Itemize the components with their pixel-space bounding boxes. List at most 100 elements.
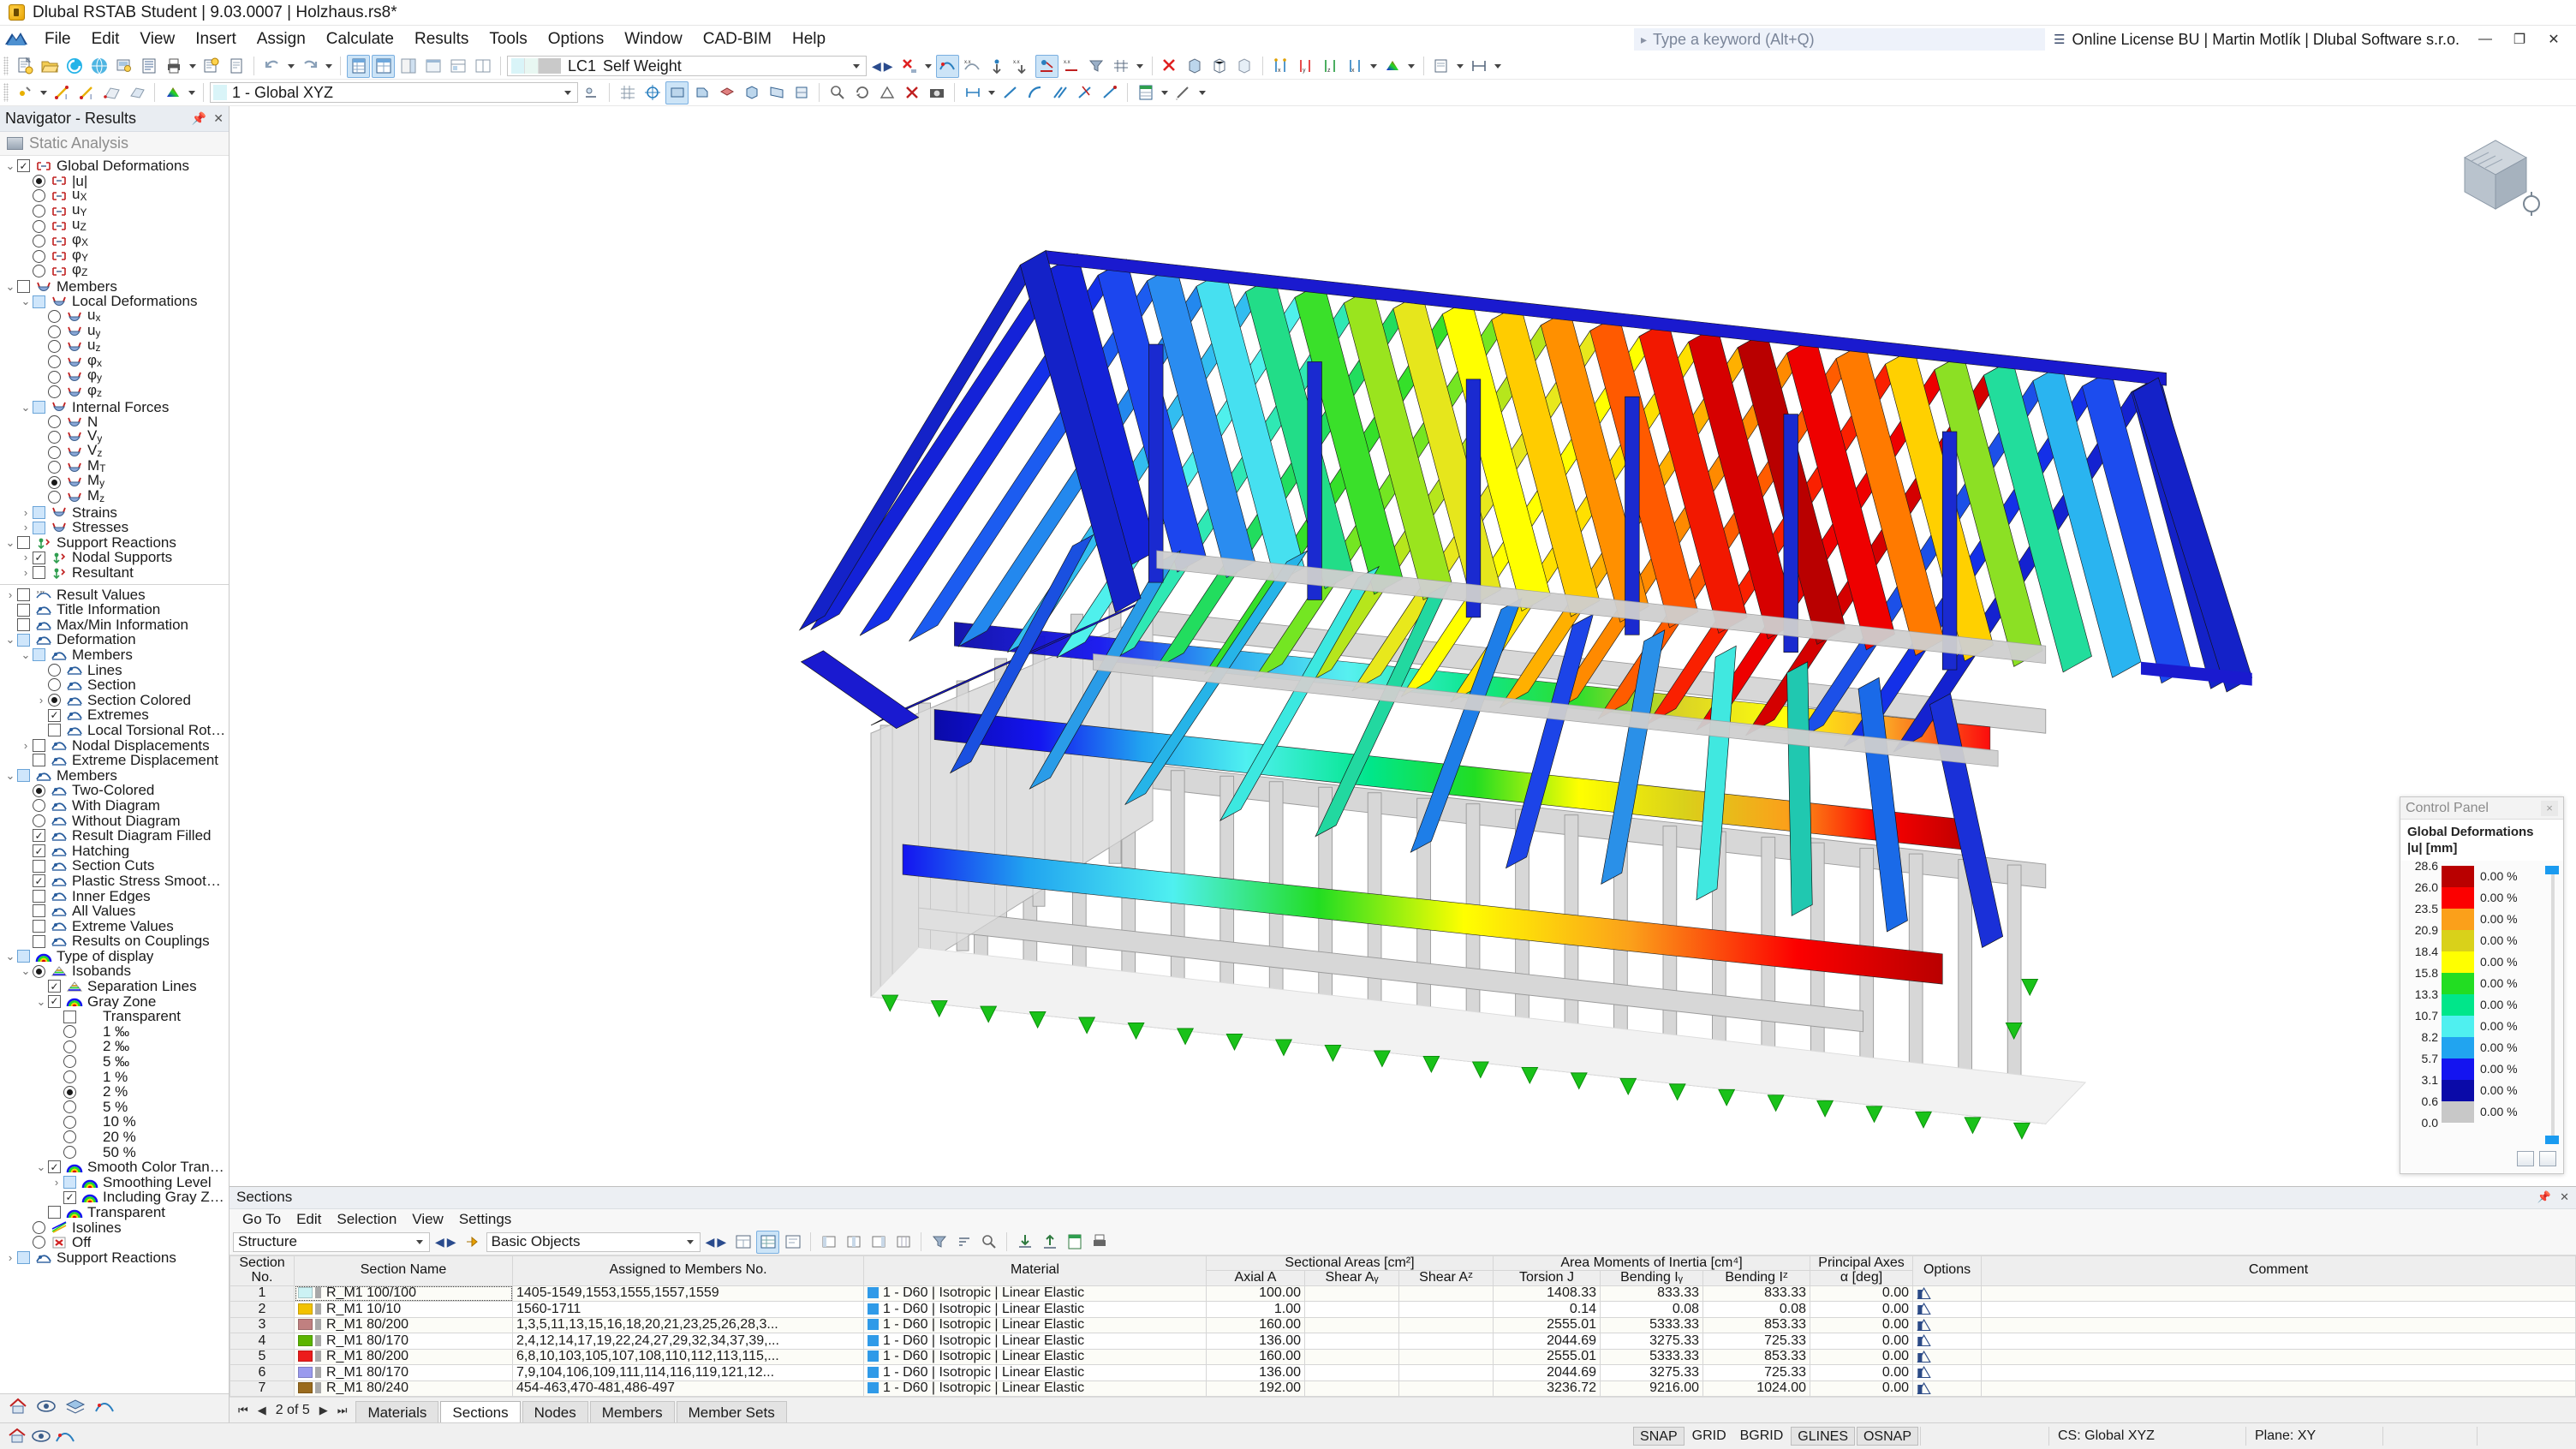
rotate-view-icon[interactable] (850, 81, 874, 104)
cell-alpha[interactable]: 0.00 (1810, 1364, 1914, 1381)
table-grid-icon[interactable] (756, 1230, 780, 1254)
tree-item-lines[interactable]: Lines (0, 663, 229, 678)
legend-settings-icon[interactable] (2517, 1150, 2534, 1166)
tree-expander[interactable]: › (34, 693, 48, 708)
objects-combo[interactable]: Basic Objects (486, 1231, 701, 1252)
menu-item-assign[interactable]: Assign (247, 26, 316, 53)
tree-item-5[interactable]: 5 % (0, 1100, 229, 1115)
tree-checkbox[interactable] (33, 754, 45, 767)
load-case-prev-icon[interactable]: ◀ (872, 59, 881, 74)
tree-radio[interactable] (33, 265, 45, 278)
cell-bending-z[interactable]: 725.33 (1702, 1333, 1811, 1350)
tree-item-v[interactable]: Vz (0, 443, 229, 460)
cell-bending-z[interactable]: 853.33 (1702, 1316, 1811, 1333)
tree-item-m[interactable]: Mz (0, 488, 229, 505)
page-prev-icon[interactable]: ◀ (258, 1404, 266, 1417)
cell-options[interactable]: ▮⃤ (1912, 1380, 1983, 1397)
view-top-icon[interactable] (715, 81, 738, 104)
tree-expander[interactable]: › (3, 587, 17, 603)
cell-bending-z[interactable]: 1024.00 (1702, 1380, 1811, 1397)
cell-section-name[interactable]: R_M1 80/240 (294, 1380, 513, 1397)
tree-expander[interactable]: ⌄ (3, 949, 17, 964)
camera-icon[interactable] (925, 81, 948, 104)
tree-expander[interactable]: ⌄ (34, 994, 48, 1010)
render-model-icon[interactable] (87, 55, 110, 78)
cell-shear-y[interactable] (1304, 1285, 1399, 1302)
new-node-chevron-icon[interactable] (38, 81, 49, 104)
tree-item-all-values[interactable]: All Values (0, 903, 229, 919)
status-toggle-glines[interactable]: GLINES (1791, 1427, 1855, 1446)
col-shear-y[interactable]: Shear Aᵧ (1304, 1270, 1399, 1286)
tree-checkbox[interactable]: ✓ (17, 159, 30, 173)
cell-comment[interactable] (1981, 1380, 2576, 1397)
cell-material[interactable]: 1 - D60 | Isotropic | Linear Elastic (863, 1301, 1207, 1318)
cell-bending-y[interactable]: 3275.33 (1600, 1333, 1703, 1350)
tree-expander[interactable]: › (19, 550, 33, 565)
tree-radio[interactable] (48, 430, 61, 444)
arc-tool-icon[interactable] (1023, 81, 1046, 104)
cell-alpha[interactable]: 0.00 (1810, 1301, 1914, 1318)
cell-bending-y[interactable]: 5333.33 (1600, 1316, 1703, 1333)
print-graphic-chevron-icon[interactable] (1455, 55, 1466, 78)
tree-checkbox[interactable] (33, 505, 45, 519)
support-reactions-icon[interactable] (1035, 54, 1058, 78)
tree-radio[interactable] (48, 445, 61, 459)
tree-radio[interactable] (63, 1085, 76, 1099)
tree-checkbox[interactable] (33, 934, 45, 948)
new-solid-icon[interactable] (125, 81, 148, 104)
table-col-3-icon[interactable] (867, 1231, 890, 1254)
status-results-icon[interactable] (53, 1426, 77, 1446)
status-toggle-snap[interactable]: SNAP (1633, 1427, 1685, 1446)
tree-expander[interactable]: ⌄ (34, 1160, 48, 1175)
view-cube[interactable] (2446, 125, 2545, 224)
sections-menu-edit[interactable]: Edit (289, 1209, 329, 1230)
tree-radio[interactable] (63, 1145, 76, 1159)
tree-radio[interactable] (48, 385, 61, 399)
menu-item-results[interactable]: Results (404, 26, 479, 53)
cell-material[interactable]: 1 - D60 | Isotropic | Linear Elastic (863, 1348, 1207, 1365)
tree-expander[interactable]: ⌄ (19, 400, 33, 415)
tree-item-item[interactable]: φY (0, 247, 229, 265)
view-transparent-icon[interactable] (1233, 55, 1256, 78)
tree-radio[interactable] (33, 799, 45, 813)
cell-bending-y[interactable]: 5333.33 (1600, 1348, 1703, 1365)
table-view-chevron-icon[interactable] (1159, 81, 1170, 104)
load-case-combo[interactable]: LC1 Self Weight (507, 56, 867, 76)
cell-section-no[interactable]: 6 (230, 1364, 295, 1381)
option-detail-icon[interactable]: ▮ (1917, 1381, 1923, 1395)
new-surface-icon[interactable] (100, 81, 123, 104)
cell-section-name[interactable]: R_M1 10/10 (294, 1301, 513, 1318)
objects-next-icon[interactable]: ▶ (717, 1235, 726, 1249)
cell-section-name[interactable]: R_M1 80/200 (294, 1348, 513, 1365)
cell-alpha[interactable]: 0.00 (1810, 1285, 1914, 1302)
cell-axial[interactable]: 192.00 (1206, 1380, 1305, 1397)
view-solid-icon[interactable] (1184, 55, 1207, 78)
analysis-type-selector[interactable]: Static Analysis (0, 132, 229, 156)
legend-band-1[interactable] (2442, 886, 2474, 909)
tree-checkbox[interactable] (33, 919, 45, 933)
tree-checkbox[interactable] (17, 618, 30, 632)
tree-checkbox[interactable] (33, 889, 45, 903)
tab-member-sets[interactable]: Member Sets (676, 1401, 787, 1422)
table-sort-icon[interactable] (952, 1231, 975, 1254)
cell-shear-y[interactable] (1304, 1364, 1399, 1381)
sections-menu-selection[interactable]: Selection (329, 1209, 404, 1230)
nodal-deformations-icon[interactable] (986, 55, 1009, 78)
tree-item-local-torsional-rotations[interactable]: Local Torsional Rotations (0, 723, 229, 738)
trim-icon[interactable] (1073, 81, 1096, 104)
legend-band-5[interactable] (2442, 972, 2474, 994)
document-icon[interactable] (224, 55, 247, 78)
load-case-next-icon[interactable]: ▶ (884, 59, 893, 74)
col-bending-y[interactable]: Bending Iᵧ (1600, 1270, 1703, 1286)
table-col-1-icon[interactable] (817, 1231, 840, 1254)
menu-item-help[interactable]: Help (782, 26, 836, 53)
export-icon[interactable] (200, 55, 223, 78)
cell-options[interactable]: ▮⃤ (1912, 1285, 1983, 1302)
tree-radio[interactable] (48, 415, 61, 429)
tree-radio[interactable] (48, 340, 61, 354)
structure-next-icon[interactable]: ▶ (447, 1235, 456, 1249)
tree-checkbox[interactable] (48, 1206, 61, 1219)
legend-band-9[interactable] (2442, 1058, 2474, 1080)
tree-item-including-gray-zone[interactable]: ✓ Including Gray Zone (0, 1190, 229, 1205)
cell-options[interactable]: ▮⃤ (1912, 1333, 1983, 1350)
